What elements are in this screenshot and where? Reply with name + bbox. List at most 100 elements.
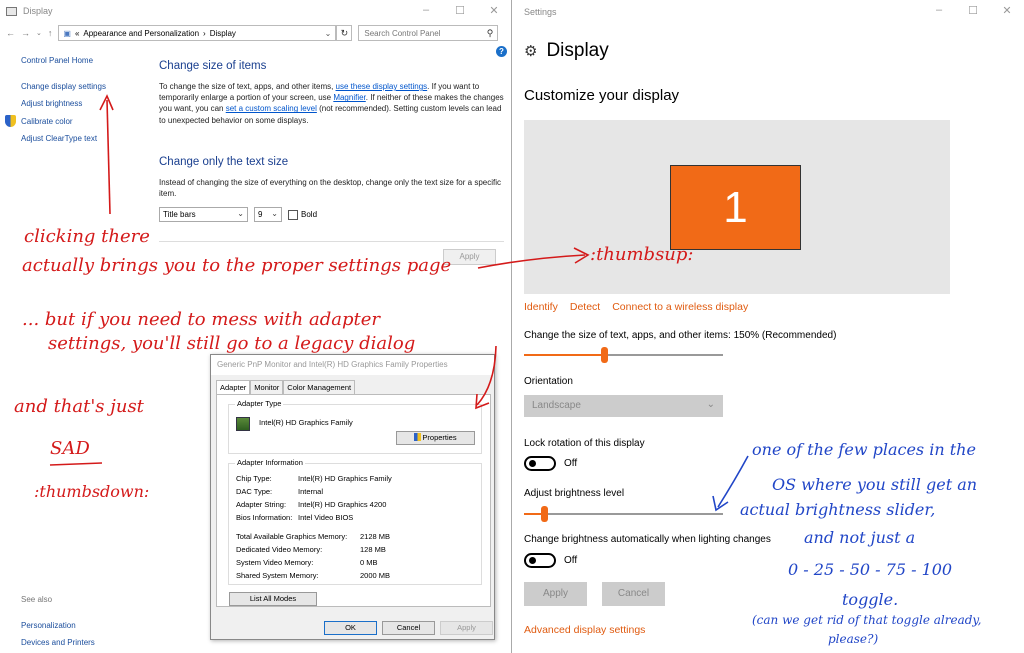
settings-header: ⚙ Display	[524, 40, 609, 62]
search-placeholder: Search Control Panel	[364, 28, 441, 38]
refresh-icon[interactable]: ↻	[336, 25, 353, 41]
display-preview: 1	[524, 120, 950, 294]
apply-button[interactable]: Apply	[443, 249, 496, 265]
properties-button[interactable]: Properties	[396, 431, 475, 445]
checkbox-box[interactable]	[288, 209, 298, 220]
bold-label: Bold	[301, 209, 318, 219]
nav-control-panel-home[interactable]: Control Panel Home	[21, 56, 106, 74]
breadcrumb-arrow-icon[interactable]: ›	[203, 29, 206, 38]
settings-window: Settings – ☐ ✕ ⚙ Display Customize your …	[513, 0, 1024, 653]
minimize-icon[interactable]: –	[922, 4, 956, 17]
advanced-display-settings-link[interactable]: Advanced display settings	[524, 624, 645, 636]
memory-key: Total Available Graphics Memory:	[236, 532, 348, 541]
memory-value: 128 MB	[360, 545, 386, 554]
memory-value: 2128 MB	[360, 532, 391, 541]
see-also-devices-printers[interactable]: Devices and Printers	[21, 638, 95, 653]
lock-rotation-toggle[interactable]: Off	[524, 456, 577, 471]
info-value: Internal	[298, 487, 324, 496]
tab-adapter[interactable]: Adapter	[216, 380, 251, 394]
window-controls: – ☐ ✕	[409, 4, 511, 17]
identify-link[interactable]: Identify	[524, 301, 558, 313]
info-value: Intel Video BIOS	[298, 513, 354, 522]
detect-link[interactable]: Detect	[570, 301, 600, 313]
text-size-controls: Title bars ⌄ 9 ⌄ Bold	[159, 207, 317, 222]
maximize-icon[interactable]: ☐	[443, 4, 477, 17]
maximize-icon[interactable]: ☐	[956, 4, 990, 17]
divider	[159, 241, 504, 242]
cancel-button[interactable]: Cancel	[382, 621, 435, 635]
window-title: Display	[23, 6, 53, 16]
monitor-tile[interactable]: 1	[670, 165, 801, 250]
breadcrumb-appearance[interactable]: Appearance and Personalization	[83, 29, 199, 38]
section-title: Customize your display	[524, 87, 680, 104]
info-key: Bios Information:	[236, 513, 293, 522]
minimize-icon[interactable]: –	[409, 4, 443, 17]
toggle-switch[interactable]	[524, 553, 556, 568]
adapter-type-label: Adapter Type	[235, 399, 284, 408]
nav-calibrate-color[interactable]: Calibrate color	[5, 114, 106, 135]
scale-slider[interactable]	[524, 347, 723, 363]
bold-checkbox[interactable]: Bold	[288, 209, 318, 220]
memory-key: System Video Memory:	[236, 558, 314, 567]
chevron-down-icon[interactable]: ⌄	[36, 29, 42, 37]
tab-color-management[interactable]: Color Management	[283, 380, 356, 394]
address-dropdown-icon[interactable]: ⌄	[325, 29, 332, 38]
info-row: Chip Type: Intel(R) HD Graphics Family	[236, 474, 392, 483]
nav-calibrate-color-label: Calibrate color	[21, 116, 73, 126]
adapter-type-group: Adapter Type Intel(R) HD Graphics Family…	[228, 399, 482, 454]
memory-row: System Video Memory: 0 MB	[236, 558, 378, 567]
toggle-state: Off	[564, 458, 578, 469]
help-icon[interactable]: ?	[496, 46, 507, 57]
search-input[interactable]: Search Control Panel ⚲	[358, 25, 499, 41]
scale-label: Change the size of text, apps, and other…	[524, 330, 837, 341]
orientation-value: Landscape	[532, 400, 581, 411]
close-icon[interactable]: ✕	[990, 4, 1024, 17]
connect-wireless-link[interactable]: Connect to a wireless display	[612, 301, 748, 313]
tab-monitor[interactable]: Monitor	[250, 380, 284, 394]
magnifier-link[interactable]: Magnifier	[333, 93, 365, 102]
orientation-dropdown[interactable]: Landscape ⌄	[524, 395, 723, 417]
slider-thumb[interactable]	[541, 506, 548, 522]
back-arrow-icon[interactable]: ←	[6, 28, 15, 38]
custom-scaling-link[interactable]: set a custom scaling level	[226, 104, 317, 113]
list-all-modes-button[interactable]: List All Modes	[229, 592, 317, 606]
orientation-label: Orientation	[524, 376, 573, 387]
memory-row: Total Available Graphics Memory: 2128 MB	[236, 532, 390, 541]
adapter-properties-dialog: Generic PnP Monitor and Intel(R) HD Grap…	[210, 354, 495, 640]
adapter-tab-panel: Adapter Type Intel(R) HD Graphics Family…	[216, 394, 491, 607]
display-settings-link[interactable]: use these display settings	[336, 82, 428, 91]
address-box[interactable]: ▣ « Appearance and Personalization › Dis…	[58, 25, 337, 41]
toggle-state: Off	[564, 555, 578, 566]
address-bar-row: ← → ⌄ ↑ ▣ « Appearance and Personalizati…	[0, 22, 511, 44]
breadcrumb-separator-icon: «	[74, 28, 80, 38]
text-size-description: Instead of changing the size of everythi…	[159, 177, 501, 199]
adapter-name: Intel(R) HD Graphics Family	[259, 418, 353, 427]
close-icon[interactable]: ✕	[477, 4, 511, 17]
nav-adjust-brightness[interactable]: Adjust brightness	[21, 99, 106, 117]
cancel-button[interactable]: Cancel	[602, 582, 665, 606]
nav-change-display-settings[interactable]: Change display settings	[21, 82, 106, 100]
brightness-label: Adjust brightness level	[524, 488, 625, 499]
see-also-personalization[interactable]: Personalization	[21, 621, 95, 638]
shield-icon	[5, 114, 16, 127]
auto-brightness-toggle[interactable]: Off	[524, 553, 577, 568]
brightness-slider[interactable]	[524, 506, 723, 522]
apply-button[interactable]: Apply	[524, 582, 587, 606]
control-panel-nav: Control Panel Home Change display settin…	[5, 56, 106, 152]
memory-row: Dedicated Video Memory: 128 MB	[236, 545, 386, 554]
slider-thumb[interactable]	[601, 347, 608, 363]
item-select[interactable]: Title bars ⌄	[159, 207, 248, 222]
nav-adjust-cleartype[interactable]: Adjust ClearType text	[21, 134, 106, 152]
toggle-switch[interactable]	[524, 456, 556, 471]
up-arrow-icon[interactable]: ↑	[48, 28, 53, 38]
search-icon[interactable]: ⚲	[487, 28, 494, 39]
dialog-apply-button[interactable]: Apply	[440, 621, 493, 635]
item-select-value: Title bars	[163, 210, 196, 219]
forward-arrow-icon[interactable]: →	[21, 28, 30, 38]
graphics-card-icon	[236, 417, 250, 431]
ok-button[interactable]: OK	[324, 621, 377, 635]
font-size-select[interactable]: 9 ⌄	[254, 207, 282, 222]
info-row: Adapter String: Intel(R) HD Graphics 4200	[236, 500, 386, 509]
lock-rotation-label: Lock rotation of this display	[524, 438, 645, 449]
breadcrumb-display[interactable]: Display	[210, 29, 236, 38]
